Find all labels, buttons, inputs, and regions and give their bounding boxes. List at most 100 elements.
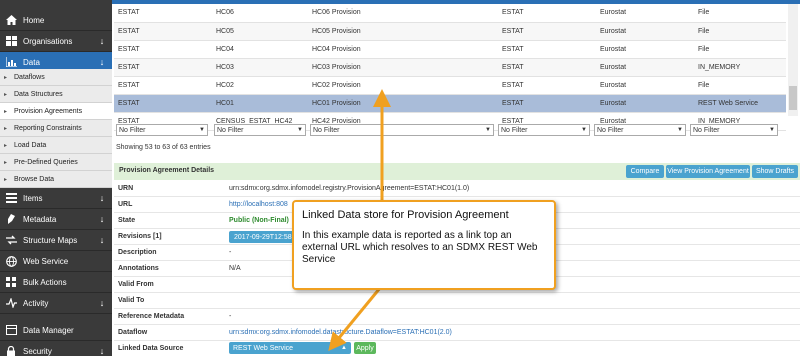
- caret-right-icon: ▸: [4, 125, 8, 132]
- detail-key: Reference Metadata: [118, 313, 185, 320]
- table-row[interactable]: ESTAT HC03 HC03 Provision ESTAT Eurostat…: [114, 58, 786, 77]
- dataflow-link[interactable]: urn:sdmx:org.sdmx.infomodel.datastructur…: [229, 329, 452, 336]
- sidebar-item-label: Security: [23, 346, 52, 356]
- detail-value: -: [229, 313, 232, 320]
- caret-right-icon: ▸: [4, 159, 8, 166]
- detail-key: Linked Data Source: [118, 345, 184, 352]
- subnav-item-reporting-constraints[interactable]: ▸ Reporting Constraints: [0, 120, 112, 137]
- table-cell: Eurostat: [596, 22, 694, 41]
- caret-right-icon: ▸: [4, 142, 8, 149]
- details-title: Provision Agreement Details: [119, 167, 215, 174]
- table-row[interactable]: ESTAT HC02 HC02 Provision ESTAT Eurostat…: [114, 76, 786, 95]
- sidebar: Home Organisations ↓ Data ↓ ▸ Dataflows …: [0, 0, 112, 356]
- filter-select-id[interactable]: No Filter ▼: [214, 124, 306, 136]
- filter-select-name[interactable]: No Filter ▼: [310, 124, 494, 136]
- sidebar-item-label: Organisations: [23, 36, 73, 46]
- status-badge: Public (Non-Final): [229, 217, 289, 224]
- details-header: Provision Agreement Details Compare View…: [114, 163, 800, 180]
- sidebar-item-metadata[interactable]: Metadata ↓: [0, 209, 112, 230]
- subnav-item-load-data[interactable]: ▸ Load Data: [0, 137, 112, 154]
- sidebar-item-items[interactable]: Items ↓: [0, 188, 112, 209]
- detail-key: Valid To: [118, 297, 145, 304]
- chevron-down-icon: ↓: [99, 57, 105, 67]
- subnav-item-label: Reporting Constraints: [14, 124, 82, 132]
- main-content: ESTAT HC06 HC06 Provision ESTAT Eurostat…: [112, 0, 800, 356]
- table-cell: HC04: [212, 40, 308, 59]
- sidebar-item-label: Web Service: [23, 256, 69, 266]
- detail-value: N/A: [229, 265, 241, 272]
- table-scrollbar[interactable]: [788, 4, 798, 116]
- table-cell: HC04 Provision: [308, 40, 498, 59]
- table-cell: ESTAT: [114, 76, 212, 95]
- chevron-down-icon: ▼: [485, 127, 491, 133]
- callout-title: Linked Data store for Provision Agreemen…: [302, 209, 509, 221]
- sidebar-item-security[interactable]: Security ↓: [0, 341, 112, 356]
- caret-right-icon: ▸: [4, 108, 8, 115]
- detail-key: Valid From: [118, 281, 154, 288]
- filter-select-provider[interactable]: No Filter ▼: [498, 124, 590, 136]
- sidebar-item-data-manager[interactable]: Data Manager: [0, 320, 112, 341]
- sidebar-item-structure-maps[interactable]: Structure Maps ↓: [0, 230, 112, 251]
- sidebar-item-label: Bulk Actions: [23, 277, 67, 287]
- scrollbar-thumb[interactable]: [789, 86, 797, 110]
- sidebar-item-activity[interactable]: Activity ↓: [0, 293, 112, 314]
- caret-right-icon: ▸: [4, 176, 8, 183]
- sidebar-item-home[interactable]: Home: [0, 10, 112, 31]
- subnav-item-data-structures[interactable]: ▸ Data Structures: [0, 86, 112, 103]
- table-cell: HC05 Provision: [308, 22, 498, 41]
- sidebar-item-label: Data Manager: [23, 325, 74, 335]
- table-cell: ESTAT: [498, 4, 596, 23]
- provision-agreements-table: ESTAT HC06 HC06 Provision ESTAT Eurostat…: [114, 4, 786, 131]
- view-provision-agreement-button[interactable]: View Provision Agreement: [666, 165, 750, 178]
- sidebar-item-bulk-actions[interactable]: Bulk Actions: [0, 272, 112, 293]
- table-cell: HC06: [212, 4, 308, 23]
- detail-row-urn: URN urn:sdmx:org.sdmx.infomodel.registry…: [114, 181, 800, 197]
- callout-body: In this example data is reported as a li…: [302, 230, 538, 265]
- detail-key: URL: [118, 201, 133, 208]
- select-value: REST Web Service: [233, 344, 294, 352]
- table-cell: ESTAT: [114, 4, 212, 23]
- table-cell: ESTAT: [498, 94, 596, 113]
- subnav-item-label: Load Data: [14, 141, 47, 149]
- table-cell: IN_MEMORY: [694, 58, 786, 77]
- table-row[interactable]: ESTAT HC06 HC06 Provision ESTAT Eurostat…: [114, 4, 786, 23]
- chevron-down-icon: ▼: [769, 127, 775, 133]
- filter-select-agency[interactable]: No Filter ▼: [116, 124, 208, 136]
- security-icon: [5, 345, 17, 356]
- organisations-icon: [5, 35, 17, 47]
- table-row[interactable]: ESTAT HC04 HC04 Provision ESTAT Eurostat…: [114, 40, 786, 59]
- table-cell: ESTAT: [498, 22, 596, 41]
- detail-value: -: [229, 249, 232, 256]
- filter-select-provider-name[interactable]: No Filter ▼: [594, 124, 686, 136]
- subnav-item-dataflows[interactable]: ▸ Dataflows: [0, 69, 112, 86]
- filter-select-data-source[interactable]: No Filter ▼: [690, 124, 778, 136]
- data-manager-icon: [5, 324, 17, 336]
- sidebar-item-web-service[interactable]: Web Service: [0, 251, 112, 272]
- table-row-selected[interactable]: ESTAT HC01 HC01 Provision ESTAT Eurostat…: [114, 94, 786, 113]
- table-cell: HC03: [212, 58, 308, 77]
- table-cell: HC05: [212, 22, 308, 41]
- structure-maps-icon: [5, 234, 17, 246]
- activity-icon: [5, 297, 17, 309]
- table-cell: Eurostat: [596, 58, 694, 77]
- detail-row-dataflow: Dataflow urn:sdmx:org.sdmx.infomodel.dat…: [114, 325, 800, 341]
- url-link[interactable]: http://localhost:808: [229, 201, 288, 208]
- home-icon: [5, 14, 17, 26]
- sidebar-item-label: Home: [23, 15, 45, 25]
- compare-button[interactable]: Compare: [626, 165, 664, 178]
- table-row[interactable]: ESTAT HC05 HC05 Provision ESTAT Eurostat…: [114, 22, 786, 41]
- subnav-item-provision-agreements[interactable]: ▸ Provision Agreements: [0, 103, 112, 120]
- detail-row-reference-metadata: Reference Metadata -: [114, 309, 800, 325]
- table-cell: Eurostat: [596, 94, 694, 113]
- show-drafts-button[interactable]: Show Drafts: [752, 165, 798, 178]
- subnav-item-label: Provision Agreements: [14, 107, 83, 115]
- subnav-item-browse-data[interactable]: ▸ Browse Data: [0, 171, 112, 188]
- entries-count: Showing 53 to 63 of 63 entries: [116, 144, 211, 151]
- chevron-down-icon: ↓: [99, 214, 105, 224]
- apply-button[interactable]: Apply: [354, 342, 376, 354]
- sidebar-item-organisations[interactable]: Organisations ↓: [0, 31, 112, 52]
- subnav-item-pre-defined-queries[interactable]: ▸ Pre-Defined Queries: [0, 154, 112, 171]
- linked-data-source-select[interactable]: REST Web Service ▲: [229, 342, 351, 354]
- chevron-down-icon: ↓: [99, 298, 105, 308]
- table-cell: File: [694, 22, 786, 41]
